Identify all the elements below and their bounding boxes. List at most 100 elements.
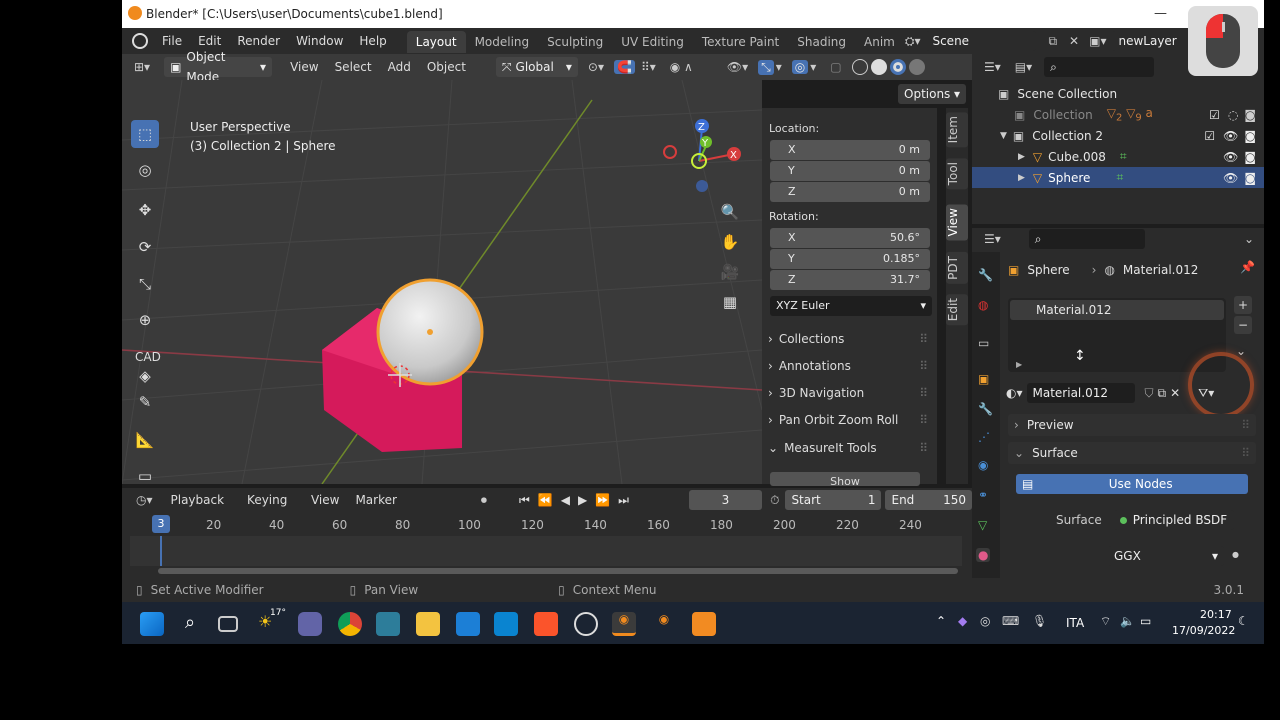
rotation-z-field[interactable]: Z 31.7° xyxy=(770,270,930,290)
measureit-show-button[interactable]: Show xyxy=(770,472,920,486)
blender-taskbar-icon[interactable]: ◉ xyxy=(612,612,636,636)
start-menu-icon[interactable] xyxy=(140,612,164,636)
brave-icon[interactable] xyxy=(534,612,558,636)
scene-name-field[interactable]: Scene xyxy=(926,31,1037,51)
render-camera-icon-2[interactable]: ◙ xyxy=(1244,129,1256,143)
prev-keyframe-icon[interactable]: ⏪ xyxy=(538,493,553,507)
viewport-menu-add[interactable]: Add xyxy=(380,54,419,80)
pin-icon[interactable]: 📌 xyxy=(1240,260,1255,274)
outliner-row-sphere[interactable]: ▶ ▽ Sphere ⌗ 👁 ◙ xyxy=(972,167,1264,188)
panel-3d-navigation[interactable]: › 3D Navigation ⠿ xyxy=(768,381,928,405)
tab-animation[interactable]: Anim xyxy=(855,31,897,53)
tool-properties-icon[interactable]: 🔧 xyxy=(978,268,993,282)
object-properties-icon[interactable]: ▣ xyxy=(978,372,989,386)
clock-date[interactable]: 17/09/2022 xyxy=(1172,624,1235,637)
tray-app-icon-2[interactable]: ◎ xyxy=(980,614,990,628)
minimize-icon[interactable]: — xyxy=(1154,6,1167,21)
location-z-field[interactable]: Z0 m xyxy=(770,182,930,202)
cursor-tool-icon[interactable]: ◎ xyxy=(131,156,159,184)
material-slot-item[interactable]: Material.012 xyxy=(1010,300,1224,320)
timeline-menu-keying[interactable]: Keying ▾ xyxy=(239,487,303,533)
menu-window[interactable]: Window xyxy=(288,28,351,54)
tab-sculpting[interactable]: Sculpting xyxy=(538,31,612,53)
chatgpt-icon[interactable] xyxy=(574,612,598,636)
viewport-menu-object[interactable]: Object xyxy=(419,54,474,80)
battery-icon[interactable]: ▭ xyxy=(1140,614,1151,628)
tray-overflow-icon[interactable]: ⌃ xyxy=(936,614,946,628)
panel-pan-orbit[interactable]: › Pan Orbit Zoom Roll ⠿ xyxy=(768,408,928,432)
xray-icon[interactable]: ▢ xyxy=(830,60,841,74)
tab-texture-paint[interactable]: Texture Paint xyxy=(693,31,788,53)
world-properties-icon[interactable]: ◍ xyxy=(978,298,988,312)
menu-file[interactable]: File xyxy=(154,28,190,54)
tab-shading[interactable]: Shading xyxy=(788,31,855,53)
notifications-icon[interactable]: ☾ xyxy=(1238,614,1249,628)
constraints-properties-icon[interactable]: ⚭ xyxy=(978,488,988,502)
annotate-tool-icon[interactable]: ✎ xyxy=(131,388,159,416)
expand-arrow-icon[interactable]: ▶ xyxy=(1018,152,1025,162)
snap-icon[interactable]: 🧲 xyxy=(614,60,635,74)
keyboard-icon[interactable]: ⌨ xyxy=(1002,614,1019,628)
unlink-material-icon[interactable]: ✕ xyxy=(1170,386,1180,400)
rotation-mode-dropdown[interactable]: XYZ Euler ▾ xyxy=(770,296,932,316)
timeline-scrollbar[interactable] xyxy=(158,568,958,574)
panel-measureit[interactable]: ⌄ MeasureIt Tools ⠿ xyxy=(768,436,928,460)
panel-annotations[interactable]: › Annotations ⠿ xyxy=(768,354,928,378)
tab-modeling[interactable]: Modeling xyxy=(466,31,539,53)
outliner-row-cube[interactable]: ▶ ▽ Cube.008 ⌗ 👁 ◙ xyxy=(972,146,1264,167)
solid-shading-icon[interactable] xyxy=(870,59,887,75)
overlays-icon[interactable]: ◎ xyxy=(791,60,809,74)
modifier-properties-icon[interactable]: 🔧 xyxy=(978,402,993,416)
transform-tool-icon[interactable]: ⊕ xyxy=(131,306,159,334)
rendered-shading-icon[interactable] xyxy=(908,59,925,75)
overlays-dropdown-icon[interactable]: ▾ xyxy=(810,60,816,74)
location-x-field[interactable]: X0 m xyxy=(770,140,930,160)
material-properties-icon[interactable]: ● xyxy=(976,548,991,562)
navigation-gizmo[interactable]: Z X Y xyxy=(662,116,742,196)
file-explorer-icon[interactable] xyxy=(416,612,440,636)
timeline-menu-marker[interactable]: Marker xyxy=(347,487,404,513)
expand-arrow-icon[interactable]: ▼ xyxy=(1000,131,1007,141)
properties-search-field[interactable]: ⌕ xyxy=(1028,229,1145,249)
exclude-checkbox-2[interactable]: ☑ xyxy=(1204,129,1215,143)
tab-tool[interactable]: Tool xyxy=(946,158,968,190)
viewport-menu-select[interactable]: Select xyxy=(327,54,380,80)
outliner-row-collection-2[interactable]: ▼ ▣ Collection 2 ☑ 👁 ◙ xyxy=(972,125,1264,146)
copy-scene-icon[interactable]: ⧉ xyxy=(1048,34,1057,49)
location-y-field[interactable]: Y0 m xyxy=(770,161,930,181)
measure-tool-icon[interactable]: 📐 xyxy=(131,426,159,454)
physics-properties-icon[interactable]: ◉ xyxy=(978,458,988,472)
blender-taskbar-icon-2[interactable]: ◉ xyxy=(652,612,676,636)
tab-uv-editing[interactable]: UV Editing xyxy=(612,31,693,53)
move-tool-icon[interactable]: ✥ xyxy=(131,196,159,224)
camera-view-icon[interactable]: 🎥 xyxy=(716,258,744,286)
search-icon[interactable]: ⌕ xyxy=(178,612,202,636)
outliner-search-field[interactable]: ⌕ xyxy=(1044,57,1155,77)
options-chevron-icon[interactable]: ⌄ xyxy=(1244,232,1254,246)
rotate-tool-icon[interactable]: ⟳ xyxy=(131,233,159,261)
scene-selector-icon[interactable]: ⛭▾ xyxy=(905,34,921,49)
properties-editor-type-icon[interactable]: ☰▾ xyxy=(984,232,1001,246)
render-camera-icon-3[interactable]: ◙ xyxy=(1244,150,1256,164)
visibility-icon[interactable]: 👁▾ xyxy=(727,60,748,74)
material-name-field[interactable]: Material.012 xyxy=(1026,383,1135,403)
snap-target-icon[interactable]: ⠿▾ xyxy=(641,60,656,74)
view-layer-field[interactable]: newLayer xyxy=(1112,31,1193,51)
collection-properties-icon[interactable]: ▭ xyxy=(978,336,989,350)
object-mode-dropdown[interactable]: ▣ Object Mode ▾ xyxy=(164,50,273,84)
data-properties-icon[interactable]: ▽ xyxy=(978,518,987,532)
rotation-y-field[interactable]: Y 0.185° xyxy=(770,249,930,269)
end-frame-field[interactable]: End 150 xyxy=(885,490,972,510)
sublime-icon[interactable] xyxy=(692,612,716,636)
material-shading-icon[interactable] xyxy=(889,59,906,75)
volume-icon[interactable]: 🔈 xyxy=(1120,614,1135,628)
cad-tool-icon[interactable]: ◈ xyxy=(131,362,159,390)
expand-arrow-icon[interactable]: ▶ xyxy=(1018,173,1025,183)
tray-app-icon[interactable]: ◆ xyxy=(958,614,967,628)
tab-pdt[interactable]: PDT xyxy=(946,252,968,284)
surface-panel-header[interactable]: ⌄ Surface ⠿ xyxy=(1008,442,1256,464)
rotation-x-field[interactable]: X 50.6° xyxy=(770,228,930,248)
render-camera-icon-4[interactable]: ◙ xyxy=(1244,171,1256,185)
timeline-menu-view[interactable]: View xyxy=(303,487,347,513)
current-frame-field[interactable]: 3 xyxy=(688,490,763,510)
